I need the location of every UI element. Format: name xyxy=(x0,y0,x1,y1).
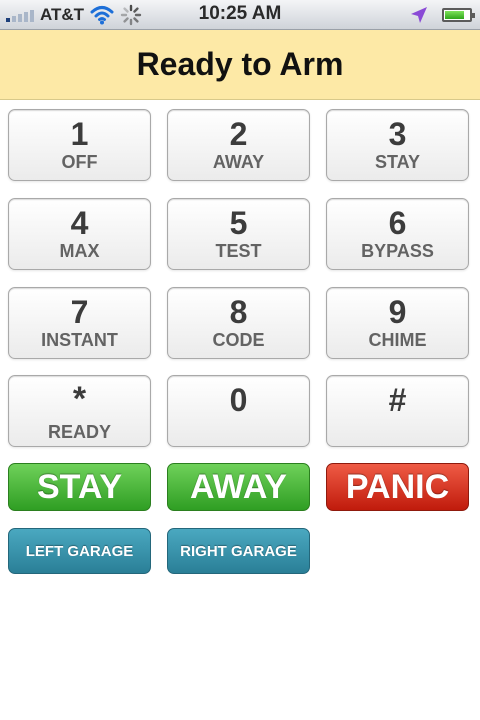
away-button[interactable]: AWAY xyxy=(167,463,310,511)
key-label: MAX xyxy=(59,241,100,261)
key-number: 6 xyxy=(388,205,407,241)
status-header: Ready to Arm xyxy=(0,30,480,100)
status-bar: AT&T 10:25 AM xyxy=(0,0,480,30)
key-4[interactable]: 4 MAX xyxy=(8,198,151,270)
key-label: INSTANT xyxy=(41,330,118,350)
key-label: BYPASS xyxy=(361,241,434,261)
right-garage-button[interactable]: RIGHT GARAGE xyxy=(167,528,310,574)
key-2[interactable]: 2 AWAY xyxy=(167,109,310,181)
left-garage-button[interactable]: LEFT GARAGE xyxy=(8,528,151,574)
key-7[interactable]: 7 INSTANT xyxy=(8,287,151,359)
key-8[interactable]: 8 CODE xyxy=(167,287,310,359)
key-number: 7 xyxy=(70,294,89,330)
key-label: READY xyxy=(47,422,111,442)
key-number: 0 xyxy=(229,382,248,418)
key-number: 4 xyxy=(70,205,89,241)
key-1[interactable]: 1 OFF xyxy=(8,109,151,181)
key-6[interactable]: 6 BYPASS xyxy=(326,198,469,270)
key-number: # xyxy=(388,382,407,418)
status-right xyxy=(410,0,475,30)
key-hash[interactable]: # xyxy=(326,375,469,447)
key-9[interactable]: 9 CHIME xyxy=(326,287,469,359)
key-label: TEST xyxy=(215,241,262,261)
key-number: 2 xyxy=(229,116,248,152)
key-0[interactable]: 0 xyxy=(167,375,310,447)
key-label: CODE xyxy=(212,330,265,350)
key-number: 9 xyxy=(388,294,407,330)
key-number: * xyxy=(72,380,87,418)
panic-button[interactable]: PANIC xyxy=(326,463,469,511)
key-3[interactable]: 3 STAY xyxy=(326,109,469,181)
key-number: 3 xyxy=(388,116,407,152)
location-arrow-icon xyxy=(411,7,427,23)
key-number: 1 xyxy=(70,116,89,152)
status-time: 10:25 AM xyxy=(198,3,282,24)
key-number: 5 xyxy=(229,205,248,241)
key-5[interactable]: 5 TEST xyxy=(167,198,310,270)
battery-icon xyxy=(442,8,475,22)
key-label: OFF xyxy=(61,152,98,172)
key-star[interactable]: * READY xyxy=(8,375,151,447)
key-number: 8 xyxy=(229,294,248,330)
key-label: AWAY xyxy=(212,152,265,172)
page-title: Ready to Arm xyxy=(136,46,344,82)
stay-button[interactable]: STAY xyxy=(8,463,151,511)
key-label: STAY xyxy=(374,152,421,172)
key-label: CHIME xyxy=(368,330,427,350)
